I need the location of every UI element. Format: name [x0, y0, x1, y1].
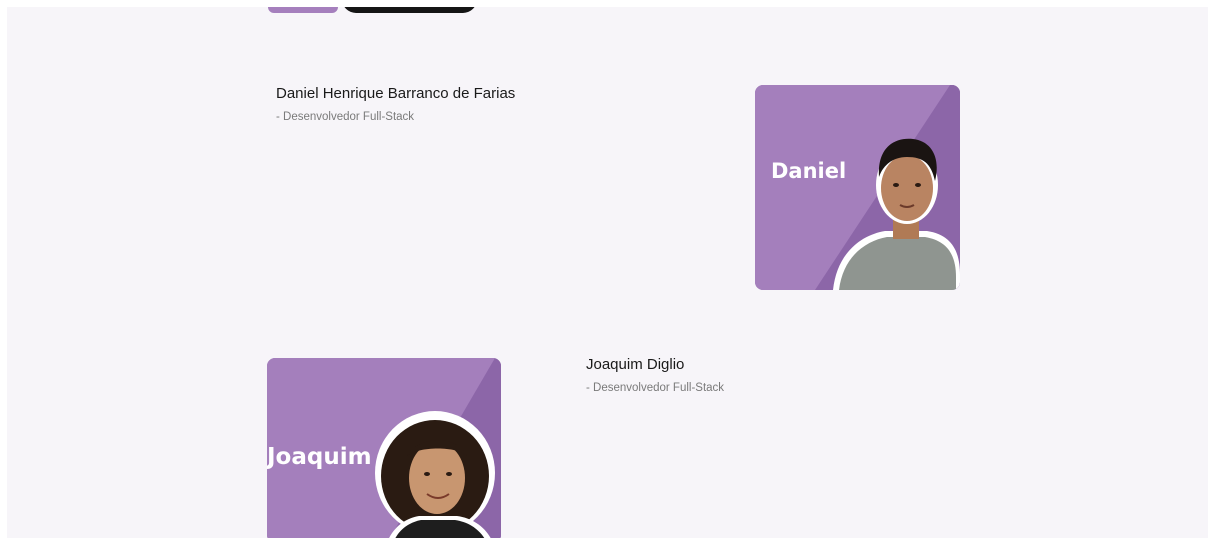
member-role-joaquim: - Desenvolvedor Full-Stack [586, 382, 725, 394]
card-label-joaquim: Joaquim [267, 444, 372, 470]
card-label-daniel: Daniel [771, 159, 847, 183]
member-photo-card-joaquim: Joaquim [267, 358, 501, 538]
member-name-joaquim: Joaquim Diglio [586, 356, 685, 373]
member-role-daniel: - Desenvolvedor Full-Stack [276, 111, 415, 123]
member-photo-card-daniel: Daniel [755, 85, 960, 290]
previous-member-photo [342, 7, 477, 13]
previous-member-card [268, 7, 338, 13]
team-section: Daniel Henrique Barranco de Farias - Des… [7, 7, 1208, 538]
member-name-daniel: Daniel Henrique Barranco de Farias [276, 85, 516, 102]
card-background [755, 85, 960, 290]
